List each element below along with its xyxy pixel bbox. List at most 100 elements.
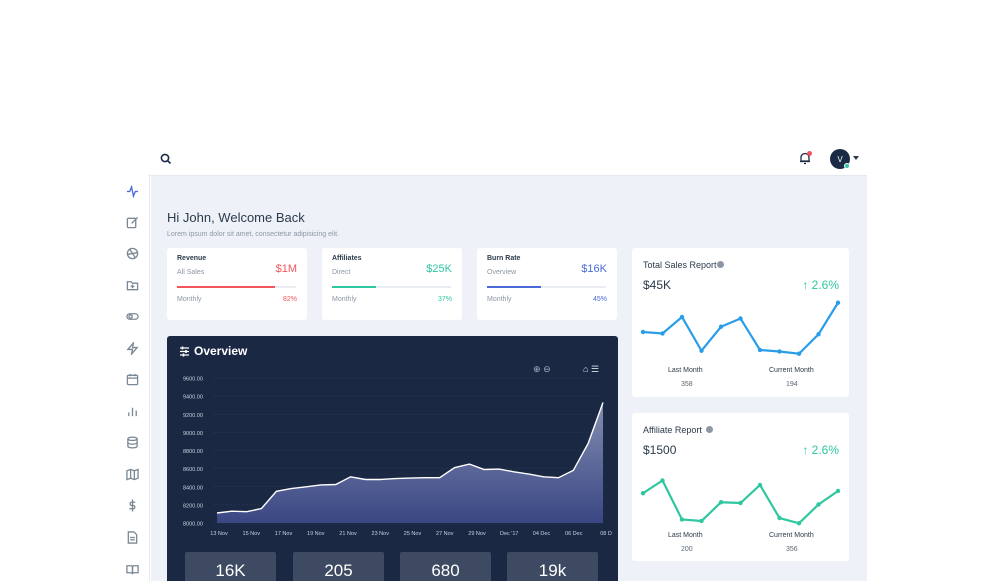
page-subtitle: Lorem ipsum dolor sit amet, consectetur … [167, 231, 339, 238]
x-tick-label: 25 Nov [404, 531, 422, 537]
sparkline-point [835, 488, 841, 494]
stat-card-revenue: Revenue All Sales $1M Monthly 82% [167, 248, 307, 320]
stat-percent: 37% [437, 296, 452, 303]
y-tick-label: 8000.00 [183, 522, 203, 528]
book-icon[interactable] [123, 560, 141, 578]
y-tick-label: 8400.00 [183, 485, 203, 491]
x-tick-label: 19 Nov [307, 531, 325, 537]
current-month-label: Current Month [769, 532, 814, 539]
x-tick-label: 27 Nov [436, 531, 454, 537]
current-month-value: 356 [786, 546, 798, 553]
overview-chart: 9600.00 9400.00 9200.00 9000.00 8800.00 8600.… [183, 377, 612, 538]
y-tick-label: 9200.00 [183, 413, 203, 419]
search-icon[interactable] [159, 152, 173, 166]
stat-value: $1M [275, 263, 297, 275]
notification-dot [807, 151, 812, 156]
x-tick-label: 29 Nov [468, 531, 486, 537]
summary-tile: 205 [293, 552, 384, 581]
stat-percent: 82% [282, 296, 297, 303]
dollar-icon[interactable] [123, 496, 141, 514]
x-tick-label: 04 Dec [533, 531, 551, 537]
sparkline-point [816, 502, 821, 507]
y-tick-label: 8200.00 [183, 503, 203, 509]
sparkline-point [640, 491, 646, 496]
total-sales-report-card: Total Sales Report $45K ↑ 2.6% Last Mont… [632, 248, 849, 397]
sparkline-point [835, 300, 841, 305]
sparkline-point [796, 521, 802, 526]
stat-value: $25K [426, 263, 452, 275]
sparkline-point [679, 517, 685, 522]
page-title: Hi John, Welcome Back [167, 210, 305, 225]
stat-subtitle: Overview [487, 269, 517, 276]
last-month-label: Last Month [668, 367, 703, 374]
sparkline-point [796, 351, 802, 356]
sidebar [114, 174, 150, 581]
affiliate-report-card: Affiliate Report $1500 ↑ 2.6% Last Month… [632, 413, 849, 561]
database-icon[interactable] [123, 433, 141, 451]
stat-percent: 45% [592, 296, 607, 303]
overview-panel: Overview ⊕ ⊖ ⌂ ☰ 9600.00 9400.00 9200.00 90… [167, 336, 618, 581]
sparkline-point [640, 329, 646, 335]
current-month-value: 194 [786, 381, 798, 388]
y-tick-label: 8600.00 [183, 467, 203, 473]
map-icon[interactable] [123, 465, 141, 483]
sparkline-point [660, 331, 665, 336]
activity-icon[interactable] [123, 182, 141, 200]
sparkline-point [777, 349, 782, 354]
progress-track [332, 286, 451, 288]
calendar-icon[interactable] [123, 370, 141, 388]
y-tick-label: 9600.00 [183, 377, 203, 383]
progress-fill [332, 286, 377, 288]
toggle-icon[interactable] [123, 307, 141, 325]
summary-tile: 19k [507, 552, 598, 581]
stat-subtitle: Direct [332, 269, 351, 276]
sparkline-point [757, 347, 763, 353]
edit-icon[interactable] [123, 213, 141, 231]
stat-title: Revenue [177, 255, 207, 262]
zap-icon[interactable] [123, 339, 141, 357]
sparkline-point [757, 482, 763, 488]
sparkline-point [679, 314, 685, 320]
app-window: V Hi John, Welcome Back Lorem ipsum dolo… [114, 142, 867, 581]
stat-card-affiliates: Affiliates Direct $25K Monthly 37% [322, 248, 462, 320]
sparkline-path [642, 302, 839, 355]
main-content: Hi John, Welcome Back Lorem ipsum dolor … [151, 176, 867, 581]
last-month-value: 200 [681, 546, 693, 553]
stat-title: Affiliates [332, 255, 362, 262]
progress-track [487, 286, 606, 288]
sparkline-point [738, 500, 743, 506]
progress-fill [487, 286, 541, 288]
sales-sparkline [640, 300, 841, 356]
avatar-initial: V [837, 154, 843, 164]
affiliate-sparkline [640, 478, 841, 526]
progress-track [177, 286, 296, 288]
sparkline-point [738, 316, 743, 321]
chevron-down-icon[interactable] [853, 156, 859, 160]
last-month-label: Last Month [668, 532, 703, 539]
x-tick-label: 15 Nov [243, 531, 261, 537]
file-text-icon[interactable] [123, 528, 141, 546]
online-status-dot [844, 163, 850, 169]
stat-period: Monthly [487, 296, 512, 303]
stat-title: Burn Rate [487, 255, 521, 262]
stat-value: $16K [581, 263, 607, 275]
stat-subtitle: All Sales [177, 269, 205, 276]
summary-tile: 16K [185, 552, 276, 581]
area-fill [217, 402, 603, 523]
sparkline-point [718, 324, 724, 329]
bar-chart-icon[interactable] [123, 402, 141, 420]
x-tick-label: 13 Nov [210, 531, 228, 537]
aperture-icon[interactable] [123, 244, 141, 262]
y-tick-label: 9400.00 [183, 395, 203, 401]
x-tick-label: 08 D [600, 531, 612, 537]
folder-plus-icon[interactable] [123, 276, 141, 294]
last-month-value: 358 [681, 381, 693, 388]
stat-card-burn-rate: Burn Rate Overview $16K Monthly 45% [477, 248, 617, 320]
x-tick-label: 23 Nov [372, 531, 390, 537]
sparkline-point [816, 332, 821, 337]
current-month-label: Current Month [769, 367, 814, 374]
sparkline-point [718, 500, 724, 505]
x-tick-label: Dec '17 [500, 531, 518, 537]
sparkline-point [660, 478, 665, 483]
x-tick-label: 17 Nov [275, 531, 293, 537]
